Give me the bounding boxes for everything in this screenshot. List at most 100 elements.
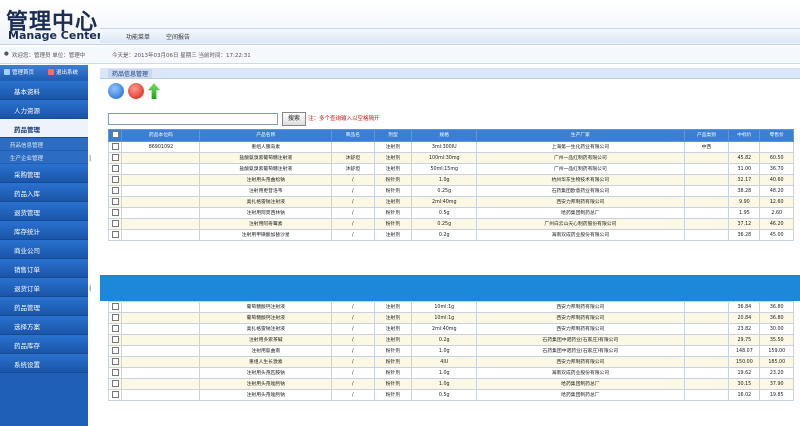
table-cell	[683, 345, 730, 357]
row-checkbox-cell[interactable]	[107, 345, 123, 357]
table-row[interactable]: 奥扎格雷钠注射液 / 注射剂 2ml:40mg 西安力邦制药有限公司 23.82 30.00	[107, 323, 794, 335]
sidebar-item[interactable]: 库存统计	[0, 221, 88, 240]
row-checkbox-cell[interactable]	[107, 218, 123, 230]
table-cell	[683, 367, 730, 379]
table-cell: 注射剂	[373, 141, 413, 153]
row-checkbox-cell[interactable]	[107, 389, 123, 401]
table-row[interactable]: 注射用头孢唑肟钠 / 粉针剂 0.5g 哈药集团制药总厂 16.02 19.85	[107, 389, 794, 401]
sidebar-item-label: 采购管理	[14, 171, 40, 179]
table-cell	[121, 196, 201, 208]
row-checkbox[interactable]	[111, 164, 119, 172]
upload-icon[interactable]	[148, 83, 160, 99]
delete-icon[interactable]	[128, 83, 144, 99]
logout-button[interactable]: 退出系统	[48, 68, 78, 76]
nav-tab-space-report[interactable]: 空间报告	[162, 31, 194, 42]
sidebar-item[interactable]: 退货订单	[0, 278, 88, 297]
row-checkbox[interactable]	[111, 197, 119, 205]
row-checkbox-cell[interactable]	[107, 301, 123, 313]
row-checkbox-cell[interactable]	[107, 356, 123, 368]
table-row[interactable]: 注射用多索茶碱 / 注射剂 0.2g 石药集团中诺药业(石家庄)有限公司 29.75 35.…	[107, 334, 794, 346]
row-checkbox-cell[interactable]	[107, 378, 123, 390]
table-row[interactable]: 注射用头孢曲松钠 / 粉针剂 1.0g 杭州华东生物技术有限公司 32.17 40.60	[107, 174, 794, 186]
sidebar-item[interactable]: 药品管理	[0, 119, 88, 138]
row-checkbox-cell[interactable]	[107, 185, 123, 197]
table-row[interactable]: 注射用阿莫西林钠 / 粉针剂 0.5g 哈药集团制药总厂 1.95 2.60	[107, 207, 794, 219]
sidebar-item[interactable]: 药品库存	[0, 335, 88, 354]
table-row[interactable]: 注射用头孢匹胺钠 / 粉针剂 1.0g 海南双成药业股份有限公司 19.62 23.20	[107, 367, 794, 379]
search-input[interactable]	[108, 113, 278, 125]
row-checkbox-cell[interactable]	[107, 141, 123, 153]
table-cell: 38.28	[728, 185, 761, 197]
sidebar-item[interactable]: 商业公司	[0, 240, 88, 259]
add-icon[interactable]	[108, 83, 124, 99]
sidebar-item[interactable]: 药品入库	[0, 183, 88, 202]
row-checkbox-cell[interactable]	[107, 312, 123, 324]
sidebar-item[interactable]: 选择方案	[0, 316, 88, 335]
row-checkbox-cell[interactable]	[107, 207, 123, 219]
nav-tab-function-menu[interactable]: 功能菜单	[122, 31, 154, 42]
table-row[interactable]: 注射用更昔洛韦 / 粉针剂 0.25g 石药集团欧意药业有限公司 38.28 48.20	[107, 185, 794, 197]
row-checkbox[interactable]	[111, 153, 119, 161]
row-checkbox-cell[interactable]	[107, 152, 123, 164]
search-button[interactable]: 搜索	[282, 112, 306, 126]
row-checkbox[interactable]	[111, 175, 119, 183]
row-checkbox-cell[interactable]	[107, 323, 123, 335]
row-checkbox[interactable]	[111, 357, 119, 365]
sidebar-item[interactable]: 销售订单	[0, 259, 88, 278]
checkbox[interactable]	[111, 131, 119, 138]
table-cell: 36.84	[728, 301, 761, 313]
row-checkbox[interactable]	[111, 302, 119, 310]
sidebar-item[interactable]: 采购管理	[0, 164, 88, 183]
table-cell: 20.84	[728, 312, 761, 324]
row-checkbox[interactable]	[111, 346, 119, 354]
sidebar-item[interactable]: 系统设置	[0, 354, 88, 373]
table-row[interactable]: 葡萄糖酸钙注射液 / 注射剂 10ml:1g 西安力邦制药有限公司 20.84 36.80	[107, 312, 794, 324]
select-all-checkbox[interactable]	[107, 129, 123, 142]
row-checkbox[interactable]	[111, 390, 119, 398]
table-cell: /	[331, 207, 375, 219]
splitter-handle-icon[interactable]: |	[89, 155, 91, 162]
table-row[interactable]: 奥扎格雷钠注射液 / 注射剂 2ml:40mg 西安力邦制药有限公司 9.90 12.60	[107, 196, 794, 208]
row-checkbox[interactable]	[111, 379, 119, 387]
row-checkbox-cell[interactable]	[107, 163, 123, 175]
row-checkbox-cell[interactable]	[107, 367, 123, 379]
row-checkbox-cell[interactable]	[107, 196, 123, 208]
row-checkbox-cell[interactable]	[107, 174, 123, 186]
table-row[interactable]: 盐酸氨溴索葡萄糖注射液 沐舒坦 注射剂 50ml:15mg 广州一品红制药有限公司 31.…	[107, 163, 794, 175]
splitter-handle-icon[interactable]: |	[89, 285, 91, 292]
row-checkbox[interactable]	[111, 324, 119, 332]
table-row[interactable]: 86901092 重组人胰岛素 注射剂 3ml:300IU 上海第一生化药业有限公司 中西	[107, 141, 794, 153]
row-checkbox[interactable]	[111, 219, 119, 227]
table-row[interactable]: 注射用甲磺酸加替沙星 / 注射剂 0.2g 海南双成药业股份有限公司 36.28 45.00	[107, 229, 794, 241]
row-checkbox[interactable]	[111, 142, 119, 150]
table-row[interactable]: 注射用头孢唑肟钠 / 粉针剂 1.0g 哈药集团制药总厂 30.15 37.90	[107, 378, 794, 390]
home-button[interactable]: 管理首页	[4, 68, 34, 76]
row-checkbox-cell[interactable]	[107, 229, 123, 241]
row-checkbox-cell[interactable]	[107, 334, 123, 346]
table-cell: 西安力邦制药有限公司	[476, 196, 685, 208]
table-cell: 粉针剂	[373, 218, 413, 230]
drug-table-top: 药品本位码 产品名称 商品名 剂型 规格 生产厂家 产品类别 中标价 零售价 86901092 重组…	[107, 129, 794, 241]
sidebar-item[interactable]: 退货管理	[0, 202, 88, 221]
row-checkbox[interactable]	[111, 208, 119, 216]
table-cell: 奥扎格雷钠注射液	[199, 196, 333, 208]
sidebar-item[interactable]: 生产企业管理	[0, 151, 88, 163]
table-row[interactable]: 重组人生长激素 / 粉针剂 4IU 西安力邦制药有限公司 150.00 185.00	[107, 356, 794, 368]
table-row[interactable]: 注射用阿奇霉素 / 粉针剂 0.25g 广州白云山天心制药股份有限公司 37.12 46.2…	[107, 218, 794, 230]
sidebar-item[interactable]: 基本资料	[0, 81, 88, 100]
table-row[interactable]: 注射用氨曲南 / 粉针剂 1.0g 石药集团中诺药业(石家庄)有限公司 148.07 159…	[107, 345, 794, 357]
row-checkbox[interactable]	[111, 335, 119, 343]
sidebar-item[interactable]: 药品信息管理	[0, 138, 88, 150]
sidebar-item[interactable]: 药品管理	[0, 297, 88, 316]
row-checkbox[interactable]	[111, 186, 119, 194]
table-cell: 30.00	[759, 323, 794, 335]
sidebar-splitter[interactable]: | |	[88, 65, 100, 426]
table-row[interactable]: 盐酸氨溴索葡萄糖注射液 沐舒坦 注射剂 100ml:30mg 广州一品红制药有限公司 45…	[107, 152, 794, 164]
row-checkbox[interactable]	[111, 230, 119, 238]
table-cell: 159.00	[759, 345, 794, 357]
table-row[interactable]: 葡萄糖酸钙注射液 / 注射剂 10ml:1g 西安力邦制药有限公司 36.84 36.80	[107, 301, 794, 313]
table-cell	[683, 378, 730, 390]
row-checkbox[interactable]	[111, 368, 119, 376]
row-checkbox[interactable]	[111, 313, 119, 321]
sidebar-item[interactable]: 人力资源	[0, 100, 88, 119]
